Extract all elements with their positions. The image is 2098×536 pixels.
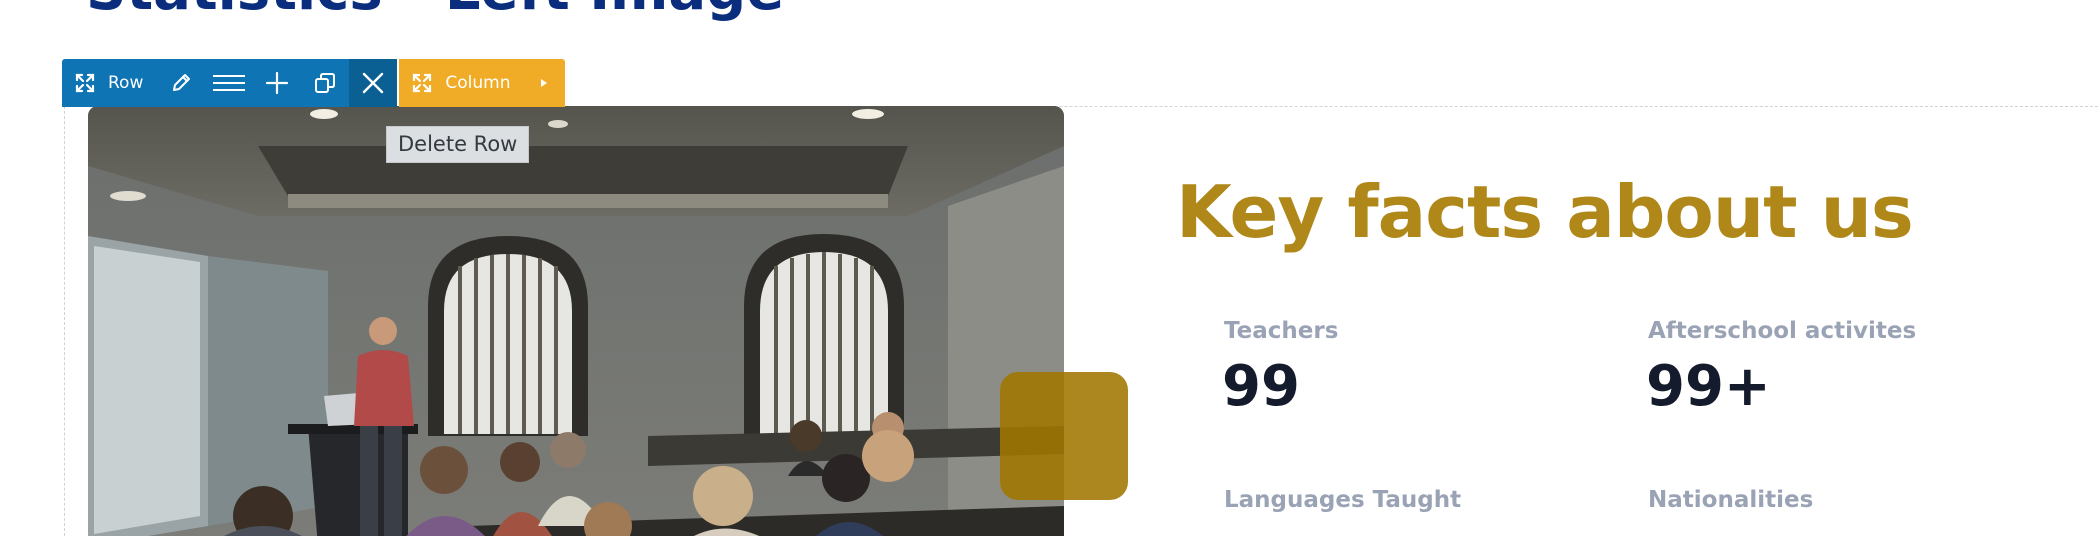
- duplicate-icon: [313, 71, 337, 95]
- move-icon: [411, 72, 433, 94]
- section-heading: Statistics - Left Image: [86, 0, 784, 23]
- add-row-button[interactable]: [253, 59, 301, 107]
- stat-label-teachers: Teachers: [1224, 318, 1339, 344]
- row-outline-left: [64, 106, 65, 536]
- chevron-right-icon[interactable]: [539, 74, 549, 93]
- delete-row-button[interactable]: [349, 59, 398, 107]
- edit-row-button[interactable]: [157, 59, 205, 107]
- classroom-photo: [88, 106, 1064, 536]
- column-toolbar[interactable]: Column: [399, 59, 566, 107]
- stat-label-languages: Languages Taught: [1224, 487, 1462, 513]
- delete-row-tooltip: Delete Row: [386, 126, 530, 163]
- row-handle[interactable]: Row: [62, 59, 157, 107]
- pencil-icon: [170, 72, 192, 94]
- row-toolbar: Row: [62, 59, 398, 107]
- column-label: Column: [445, 73, 511, 93]
- page-builder-canvas: Statistics - Left Image: [0, 0, 2098, 536]
- decorative-accent-square: [1000, 372, 1128, 500]
- stat-value-teachers: 99: [1222, 354, 1300, 419]
- key-facts-heading: Key facts about us: [1176, 170, 1914, 254]
- builder-toolbar: Row Column: [62, 59, 566, 107]
- close-icon: [361, 71, 385, 95]
- stat-label-afterschool: Afterschool activites: [1648, 318, 1917, 344]
- row-settings-button[interactable]: [205, 59, 253, 107]
- move-icon: [74, 72, 96, 94]
- stat-label-nationalities: Nationalities: [1648, 487, 1814, 513]
- menu-lines-icon: [212, 73, 246, 93]
- stat-value-afterschool: 99+: [1646, 354, 1771, 419]
- plus-icon: [265, 71, 289, 95]
- duplicate-row-button[interactable]: [301, 59, 349, 107]
- row-label: Row: [108, 73, 144, 93]
